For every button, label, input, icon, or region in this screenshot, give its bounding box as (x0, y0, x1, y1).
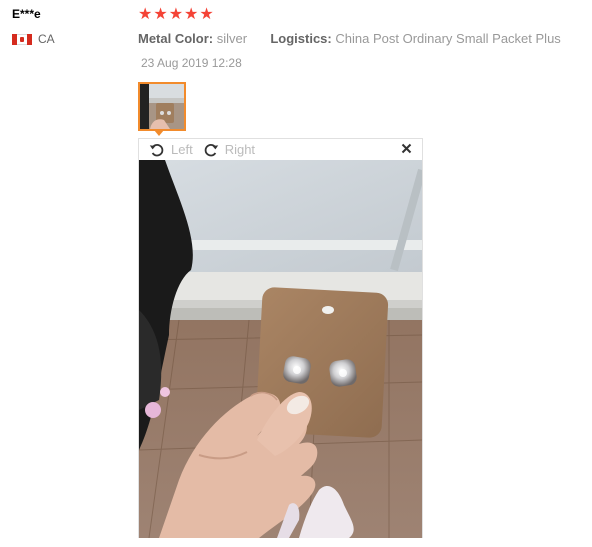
thumbnail-selected-caret (154, 130, 164, 136)
rotate-right-button[interactable]: Right (203, 142, 255, 158)
rotate-right-label: Right (224, 142, 256, 157)
viewer-toolbar: Left Right (139, 139, 422, 160)
attr-label-logistics: Logistics: (270, 31, 332, 46)
attr-value-logistics: China Post Ordinary Small Packet Plus (335, 31, 561, 46)
star-rating: ★ ★ ★ ★ ★ (138, 6, 214, 22)
close-viewer-button[interactable] (401, 142, 412, 157)
star-icon: ★ (138, 4, 153, 23)
star-icon: ★ (184, 4, 199, 23)
star-icon: ★ (153, 4, 168, 23)
review-photo (139, 160, 422, 538)
review-date: 23 Aug 2019 12:28 (141, 56, 242, 70)
thumbnail-image (140, 84, 184, 129)
star-icon: ★ (199, 4, 214, 23)
rotate-right-icon (204, 143, 218, 156)
country-code: CA (38, 32, 55, 46)
rotate-left-button[interactable]: Left (149, 142, 193, 158)
earrings-photo-image (139, 160, 422, 538)
reviewer-country: CA (12, 32, 55, 46)
review-photo-thumbnail[interactable] (138, 82, 186, 131)
attr-value-metal-color: silver (216, 31, 248, 46)
rotate-left-label: Left (171, 142, 193, 157)
review-attributes: Metal Color: silver Logistics: China Pos… (138, 31, 561, 46)
attr-label-metal-color: Metal Color: (138, 31, 214, 46)
photo-viewer: Left Right (138, 138, 423, 538)
star-icon: ★ (168, 4, 184, 23)
close-icon (401, 143, 412, 154)
rotate-left-icon (149, 143, 164, 156)
canada-flag-icon (12, 33, 32, 45)
reviewer-name: E***e (12, 7, 41, 21)
